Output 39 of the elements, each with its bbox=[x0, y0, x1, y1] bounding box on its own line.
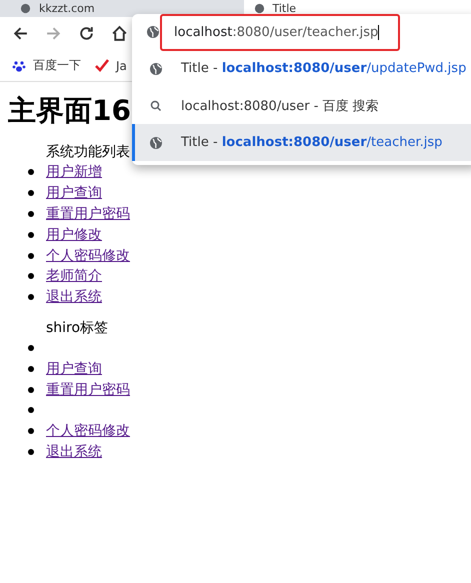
bullet-icon bbox=[28, 273, 34, 280]
address-field[interactable]: localhost:8080/user/teacher.jsp bbox=[160, 14, 400, 50]
menu-link[interactable]: 退出系统 bbox=[46, 442, 102, 461]
suggestion-item[interactable]: localhost:8080/user - 百度 搜索 bbox=[132, 87, 471, 124]
bullet-icon bbox=[28, 366, 34, 372]
paw-icon bbox=[12, 58, 26, 72]
bullet-icon bbox=[28, 232, 34, 238]
bullet-icon bbox=[28, 210, 34, 217]
menu-link[interactable]: 退出系统 bbox=[46, 288, 102, 306]
home-icon[interactable] bbox=[111, 25, 128, 42]
menu-link[interactable]: 个人密码修改 bbox=[46, 422, 130, 440]
reload-icon[interactable] bbox=[78, 25, 95, 42]
menu-link[interactable]: 用户新增 bbox=[46, 163, 102, 182]
bullet-icon bbox=[28, 169, 34, 176]
bullet-icon bbox=[28, 386, 34, 393]
search-icon bbox=[149, 98, 163, 112]
bullet-icon bbox=[28, 407, 34, 414]
menu-link[interactable]: 重置用户密码 bbox=[46, 380, 130, 399]
suggestion-item[interactable]: Title - localhost:8080/user/updatePwd.jsp bbox=[132, 50, 471, 87]
page-heading: 主界面16 bbox=[8, 93, 131, 129]
bullet-icon bbox=[28, 252, 34, 259]
menu-link[interactable]: 用户修改 bbox=[46, 226, 102, 244]
section-title: shiro标签 bbox=[46, 318, 108, 338]
menu-link[interactable]: 重置用户密码 bbox=[46, 204, 130, 223]
section-title: 系统功能列表 bbox=[46, 143, 130, 162]
menu-link[interactable]: 老师简介 bbox=[46, 267, 102, 286]
suggestion-item[interactable]: Title - localhost:8080/user/teacher.jsp bbox=[132, 124, 471, 161]
checkmark-icon bbox=[95, 58, 109, 72]
menu-link[interactable]: 个人密码修改 bbox=[46, 246, 130, 265]
menu-link[interactable]: 用户查询 bbox=[46, 184, 102, 202]
bullet-icon bbox=[28, 344, 34, 351]
bullet-icon bbox=[28, 448, 34, 455]
bullet-icon bbox=[28, 294, 34, 300]
bookmark[interactable]: 百度一下 bbox=[12, 57, 81, 74]
bookmark[interactable]: Ja bbox=[95, 58, 127, 72]
back-icon[interactable] bbox=[12, 25, 29, 42]
bullet-icon bbox=[28, 428, 34, 434]
menu-link[interactable]: 用户查询 bbox=[46, 360, 102, 378]
bullet-icon bbox=[28, 190, 34, 196]
